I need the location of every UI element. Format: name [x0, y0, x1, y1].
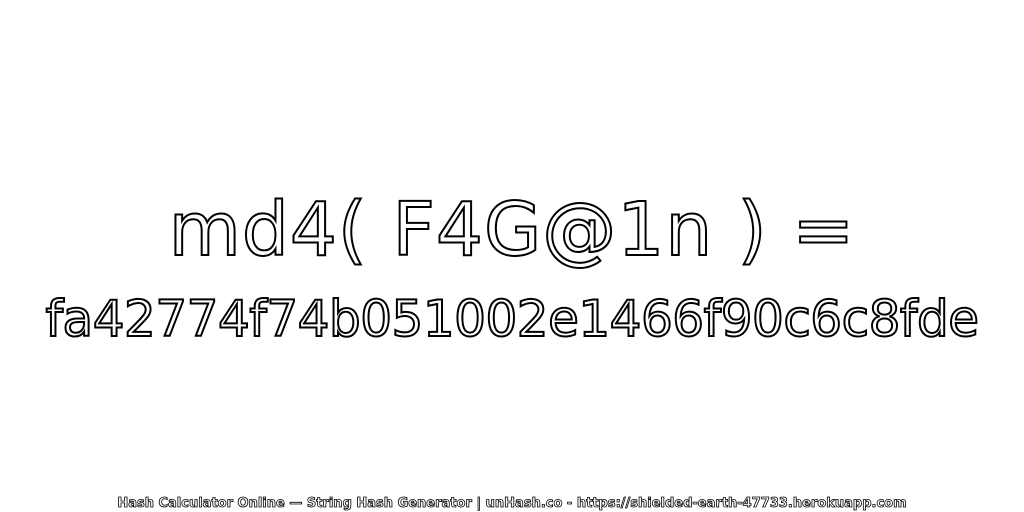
hash-result-image: md4( F4G@1n ) = fa42774f74b051002e1466f9… [0, 0, 1024, 512]
hash-value: fa42774f74b051002e1466f90c6c8fde [44, 289, 980, 349]
hash-expression: md4( F4G@1n ) = [168, 186, 856, 274]
footer-caption: Hash Calculator Online — String Hash Gen… [117, 496, 907, 512]
